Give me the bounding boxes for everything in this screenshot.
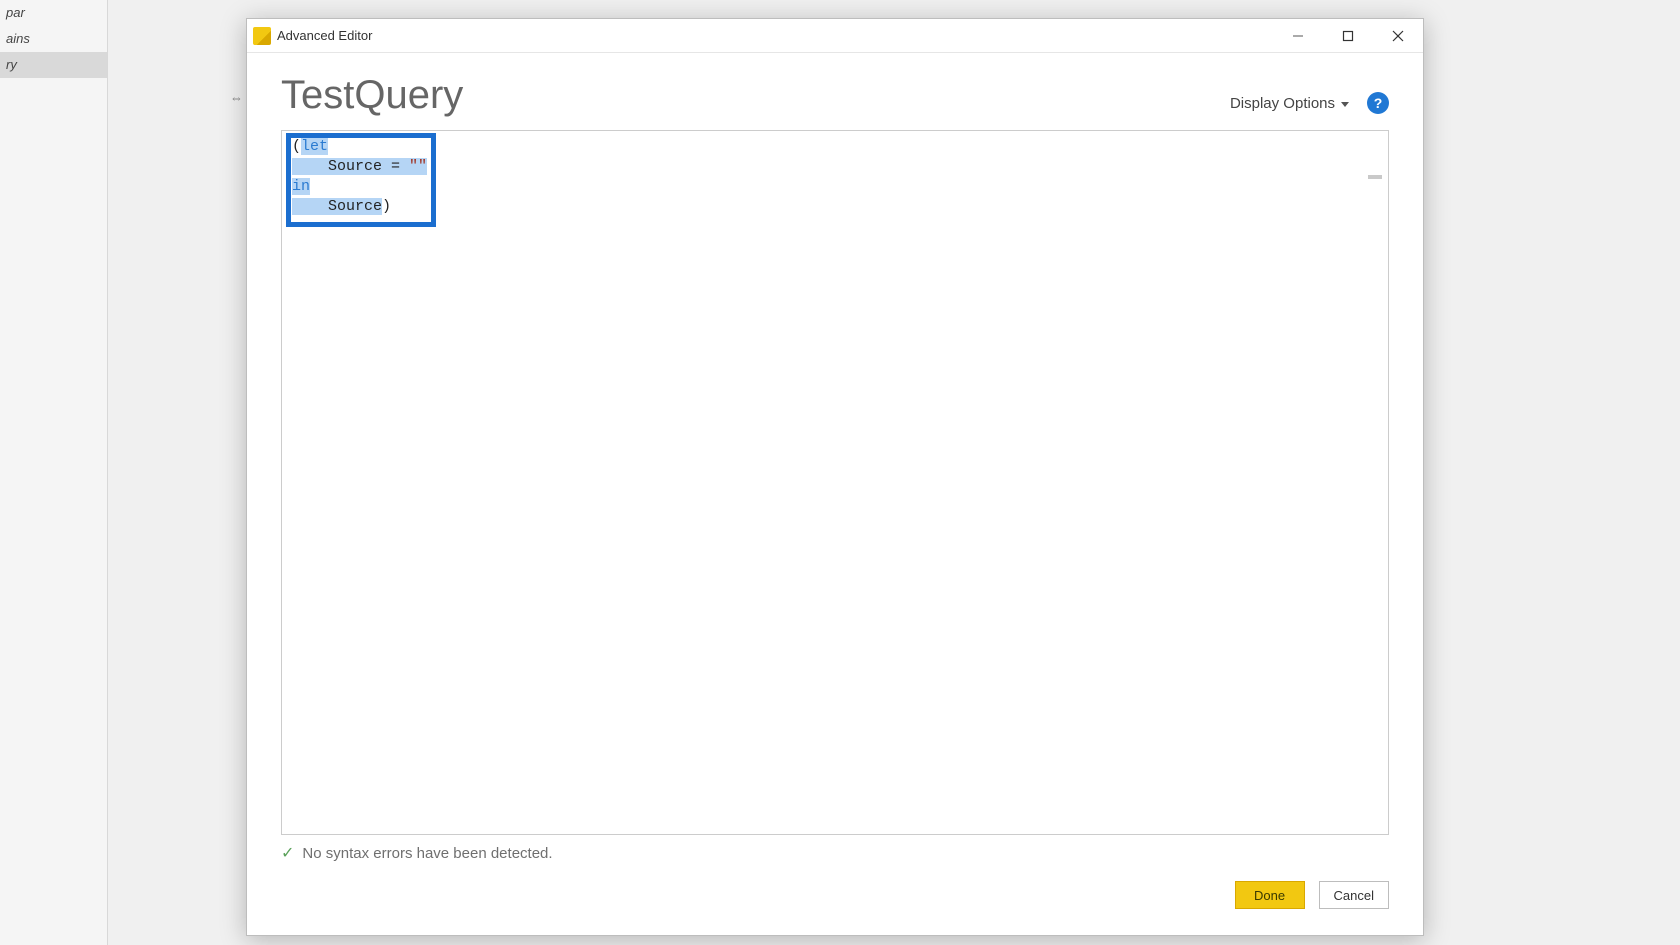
sidebar-item[interactable]: ains	[0, 26, 107, 52]
chevron-down-icon	[1341, 102, 1349, 107]
operator: =	[382, 158, 409, 175]
display-options-dropdown[interactable]: Display Options	[1230, 95, 1349, 112]
paren: (	[292, 138, 301, 155]
dialog-footer: Done Cancel	[247, 867, 1423, 935]
dialog-title: Advanced Editor	[277, 28, 372, 43]
close-button[interactable]	[1373, 19, 1423, 53]
advanced-editor-dialog: Advanced Editor TestQuery Display Option…	[246, 18, 1424, 936]
dialog-titlebar[interactable]: Advanced Editor	[247, 19, 1423, 53]
minimize-icon	[1292, 30, 1304, 42]
string-literal: ""	[409, 158, 427, 175]
minimize-button[interactable]	[1273, 19, 1323, 53]
queries-sidebar: par ains ry	[0, 0, 108, 945]
close-icon	[1392, 30, 1404, 42]
dialog-header: TestQuery Display Options ?	[247, 53, 1423, 126]
done-button[interactable]: Done	[1235, 881, 1305, 909]
powerbi-app-icon	[253, 27, 271, 45]
cancel-button[interactable]: Cancel	[1319, 881, 1389, 909]
status-bar: ✓ No syntax errors have been detected.	[247, 835, 1423, 867]
identifier: Source	[328, 198, 382, 215]
status-text: No syntax errors have been detected.	[302, 845, 552, 862]
paren: )	[382, 198, 391, 215]
query-name-title: TestQuery	[281, 73, 463, 118]
indent	[292, 158, 328, 175]
scrollbar-thumb[interactable]	[1368, 175, 1382, 179]
keyword-let: let	[301, 138, 328, 155]
maximize-icon	[1342, 30, 1354, 42]
display-options-label: Display Options	[1230, 95, 1335, 112]
resize-cursor-icon: ⇔	[230, 90, 242, 105]
help-icon[interactable]: ?	[1367, 92, 1389, 114]
sidebar-item[interactable]: par	[0, 0, 107, 26]
code-text[interactable]: (let Source = "" in Source)	[282, 131, 1388, 223]
maximize-button[interactable]	[1323, 19, 1373, 53]
check-icon: ✓	[281, 843, 294, 863]
identifier: Source	[328, 158, 382, 175]
indent	[292, 198, 328, 215]
sidebar-item[interactable]: ry	[0, 52, 107, 78]
keyword-in: in	[292, 178, 310, 195]
window-controls	[1273, 19, 1423, 53]
code-editor[interactable]: (let Source = "" in Source)	[281, 130, 1389, 835]
